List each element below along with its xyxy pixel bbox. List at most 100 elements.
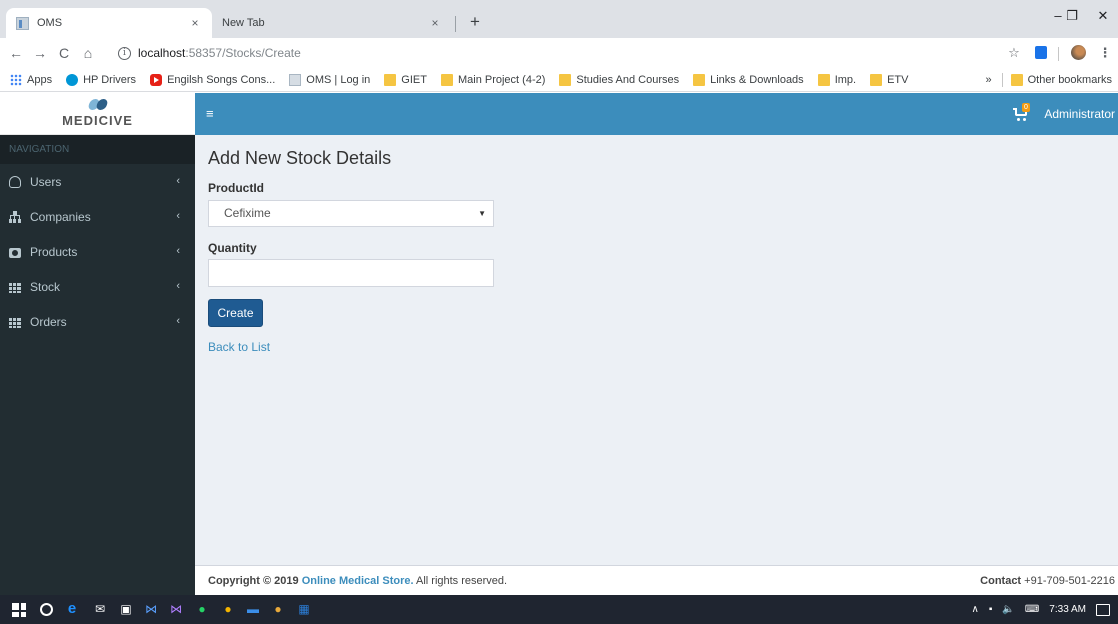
clock-time[interactable]: 7:33 AM — [1049, 604, 1086, 615]
windows-start-icon[interactable] — [12, 603, 26, 617]
bookmark-label: Links & Downloads — [710, 73, 804, 86]
bookmark-hp-drivers[interactable]: HP Drivers — [66, 73, 137, 86]
youtube-icon — [150, 73, 163, 86]
create-button[interactable]: Create — [208, 299, 263, 327]
chevron-left-icon: ‹ — [176, 315, 180, 327]
sidebar-item-stock[interactable]: Stock ‹ — [0, 269, 195, 304]
app-icon[interactable]: ● — [220, 601, 236, 617]
chrome-icon[interactable]: ● — [270, 601, 286, 617]
th-grid-icon — [9, 317, 21, 328]
back-to-list-link[interactable]: Back to List — [208, 340, 270, 354]
cortana-search-icon[interactable] — [40, 603, 53, 616]
apps-grid-icon — [10, 73, 22, 86]
info-icon[interactable]: i — [118, 46, 131, 60]
folder-icon — [1010, 74, 1023, 86]
url-path: :58357/Stocks/Create — [185, 46, 301, 60]
system-tray: ∧ ▪ 🔈 ⌨ 7:33 AM — [972, 595, 1118, 624]
home-icon[interactable]: ⌂ — [78, 41, 98, 65]
quantity-input[interactable] — [208, 259, 494, 287]
browser-toolbar: ← → C ⌂ i localhost:58357/Stocks/Create … — [0, 38, 1118, 68]
bookmark-links-downloads[interactable]: Links & Downloads — [693, 73, 804, 86]
folder-icon — [559, 73, 572, 86]
th-grid-icon — [9, 282, 21, 293]
contact: Contact +91-709-501-2216 — [980, 575, 1115, 587]
bookmark-label: HP Drivers — [83, 73, 137, 86]
toolbar-divider — [1058, 47, 1059, 61]
bookmark-label: OMS | Log in — [306, 73, 371, 86]
visual-studio-icon[interactable]: ⋈ — [168, 601, 184, 617]
download-icon[interactable] — [1034, 43, 1048, 63]
sidebar-item-label: Users — [30, 174, 62, 189]
tab-oms[interactable]: OMS × — [6, 8, 212, 38]
notifications-icon[interactable] — [1096, 603, 1110, 616]
edge-browser-icon[interactable]: e — [64, 601, 80, 617]
folder-icon — [384, 73, 397, 86]
reload-icon[interactable]: C — [54, 41, 74, 65]
address-bar[interactable]: i localhost:58357/Stocks/Create — [118, 43, 988, 63]
bookmark-label: Imp. — [834, 73, 857, 86]
tab-title: OMS — [37, 17, 63, 29]
file-explorer-icon[interactable]: ▬ — [245, 601, 261, 617]
visual-studio-code-icon[interactable]: ⋈ — [143, 601, 159, 617]
bookmark-label: Studies And Courses — [576, 73, 680, 86]
whatsapp-icon[interactable]: ● — [194, 601, 210, 617]
cart-icon[interactable]: 0 — [1013, 103, 1033, 123]
bookmark-apps[interactable]: Apps — [10, 73, 53, 86]
sidebar-item-label: Stock — [30, 279, 61, 294]
page-title: Add New Stock Details — [208, 148, 392, 168]
tab-close-icon[interactable]: × — [188, 16, 202, 30]
user-menu[interactable]: Administrator — [1044, 107, 1115, 121]
copyright-prefix: Copyright © 2019 — [208, 575, 302, 587]
bookmark-label: ETV — [887, 73, 909, 86]
other-bookmarks[interactable]: Other bookmarks — [1010, 74, 1112, 86]
bookmark-label: Other bookmarks — [1027, 74, 1112, 86]
bookmark-etv[interactable]: ETV — [870, 73, 909, 86]
bookmark-giet[interactable]: GIET — [384, 73, 427, 86]
profile-avatar-icon[interactable] — [1068, 43, 1088, 63]
bookmark-main-project[interactable]: Main Project (4-2) — [440, 73, 546, 86]
bookmark-oms-login[interactable]: OMS | Log in — [289, 73, 371, 86]
app-logo[interactable]: MEDICIVE — [0, 93, 195, 135]
tray-overflow-chevron-icon[interactable]: ∧ — [972, 604, 979, 615]
quantity-label: Quantity — [208, 241, 257, 255]
sidebar-item-companies[interactable]: Companies ‹ — [0, 199, 195, 234]
contact-label: Contact — [980, 575, 1022, 587]
bookmark-english-songs[interactable]: Engilsh Songs Cons... — [150, 73, 275, 86]
browser-tab-strip: OMS × New Tab × + – ❐ ✕ — [0, 0, 1118, 38]
bookmark-label: Main Project (4-2) — [457, 73, 546, 86]
back-arrow-icon[interactable]: ← — [6, 41, 26, 65]
bookmark-label: Apps — [27, 73, 53, 86]
bookmark-imp[interactable]: Imp. — [817, 73, 857, 86]
network-icon[interactable]: ▪ — [989, 604, 993, 615]
store-icon[interactable]: ▣ — [118, 601, 134, 617]
bookmarks-overflow-chevron-icon[interactable]: » — [986, 74, 992, 86]
hamburger-menu-icon[interactable]: ≡ — [206, 106, 214, 121]
sidebar-item-label: Products — [30, 244, 78, 259]
sidebar-item-orders[interactable]: Orders ‹ — [0, 304, 195, 339]
mail-icon[interactable]: ✉ — [92, 601, 108, 617]
chevron-left-icon: ‹ — [176, 245, 180, 257]
volume-icon[interactable]: 🔈 — [1002, 604, 1014, 615]
store-name-link[interactable]: Online Medical Store. — [302, 575, 414, 587]
forward-arrow-icon[interactable]: → — [30, 41, 50, 65]
product-id-label: ProductId — [208, 181, 264, 195]
tab-separator — [455, 16, 456, 32]
restore-button[interactable]: ❐ — [1057, 0, 1087, 32]
new-tab-button[interactable]: + — [462, 10, 488, 34]
chevron-left-icon: ‹ — [176, 210, 180, 222]
product-id-select[interactable]: Cefixime ▼ — [208, 200, 494, 227]
bookmark-label: GIET — [401, 73, 427, 86]
sidebar-item-users[interactable]: Users ‹ — [0, 164, 195, 199]
logo-text: MEDICIVE — [62, 113, 133, 128]
tab-close-icon[interactable]: × — [428, 16, 442, 30]
folder-icon — [440, 73, 453, 86]
kebab-menu-icon[interactable]: ⋮ — [1098, 43, 1112, 63]
close-window-button[interactable]: ✕ — [1088, 0, 1118, 32]
keyboard-icon[interactable]: ⌨ — [1025, 604, 1039, 615]
star-icon[interactable]: ☆ — [1004, 43, 1024, 63]
bookmark-studies[interactable]: Studies And Courses — [559, 73, 680, 86]
medicive-logo-icon — [87, 99, 109, 110]
sidebar-item-products[interactable]: Products ‹ — [0, 234, 195, 269]
word-icon[interactable]: ▦ — [296, 601, 312, 617]
tab-new-tab[interactable]: New Tab × — [212, 8, 452, 38]
